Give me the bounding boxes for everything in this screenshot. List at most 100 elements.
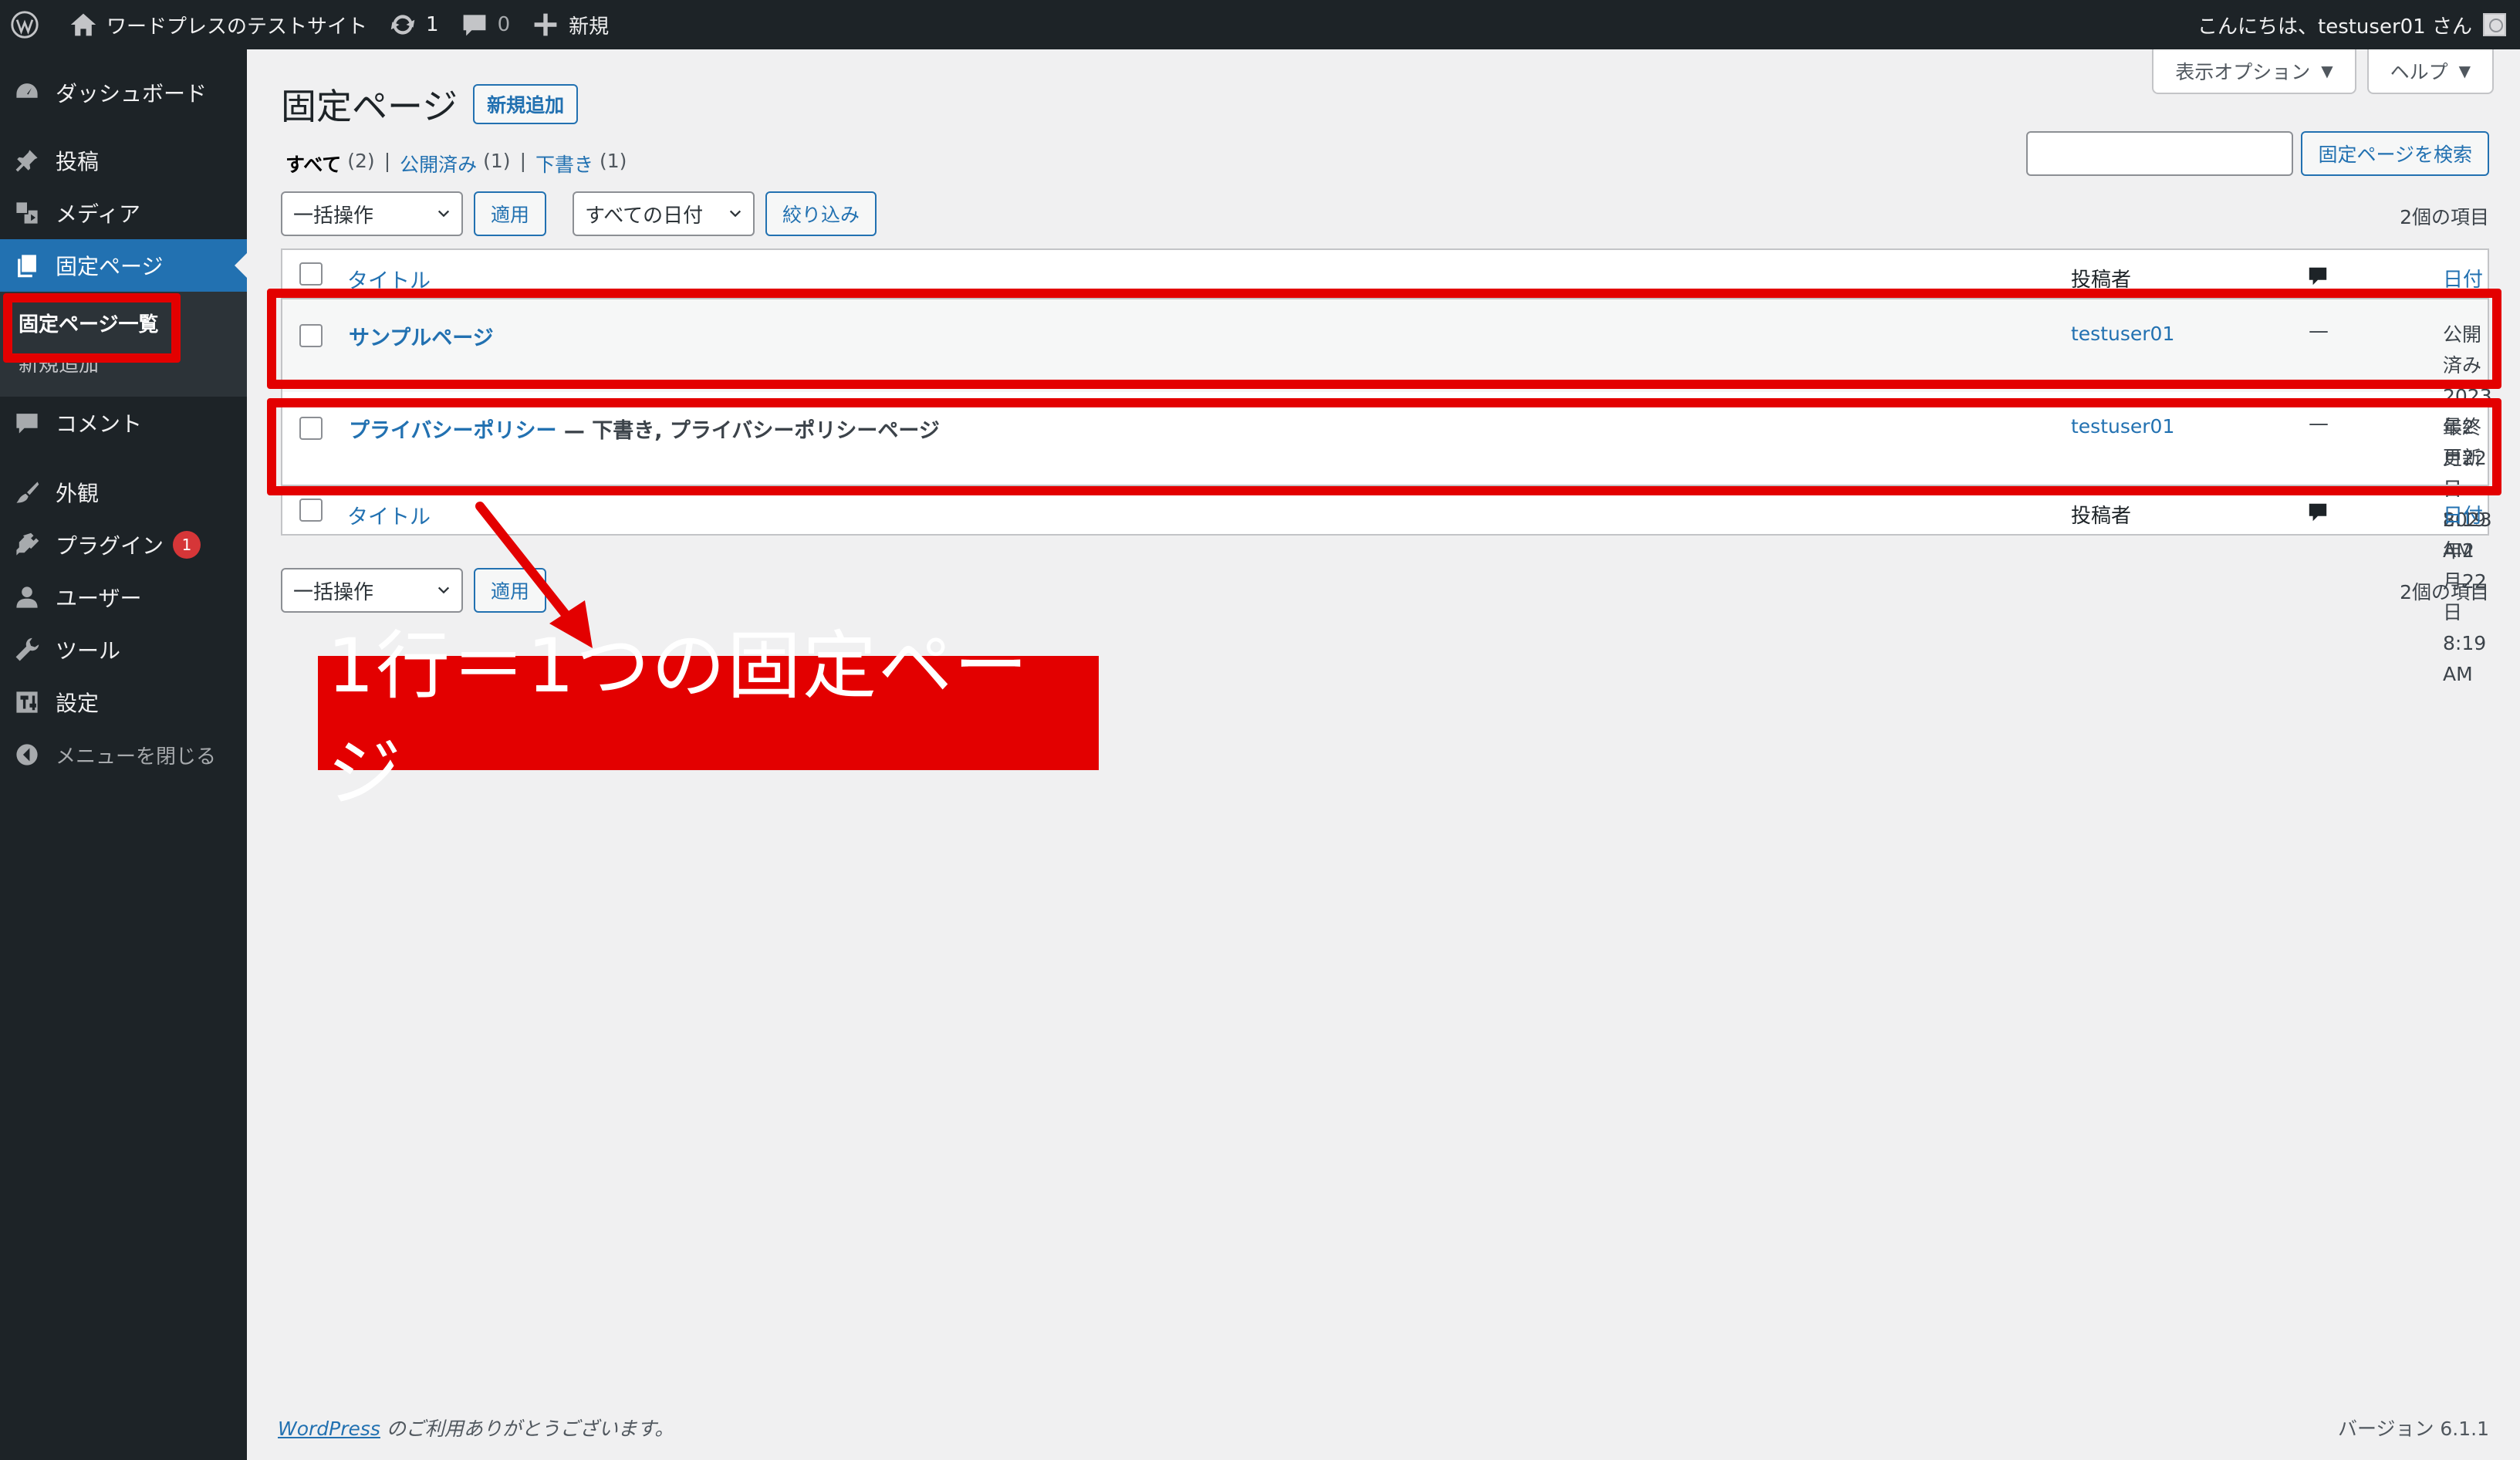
comments-link[interactable]: 0 — [450, 0, 522, 49]
row-checkbox[interactable] — [299, 417, 323, 440]
speech-bubble-icon — [463, 15, 485, 36]
updates-count: 1 — [426, 13, 439, 36]
submenu-add-new[interactable]: 新規追加 — [0, 343, 247, 383]
comment-bubble-icon — [2309, 267, 2327, 286]
row-title-link[interactable]: プライバシーポリシー — 下書き, プライバシーポリシーページ — [349, 414, 940, 444]
select-all-checkbox[interactable] — [299, 262, 323, 286]
triangle-down-icon: ▼ — [2458, 62, 2471, 80]
menu-plugins[interactable]: プラグイン 1 — [0, 519, 247, 571]
footer-thanks-text: のご利用ありがとうございます。 — [380, 1418, 674, 1440]
search-box: 固定ページを検索 — [2026, 131, 2489, 176]
menu-dashboard[interactable]: ダッシュボード — [0, 66, 247, 119]
filter-published[interactable]: 公開済み — [400, 150, 477, 177]
plus-icon — [534, 13, 557, 36]
filter-all[interactable]: すべて — [285, 150, 341, 177]
wordpress-link[interactable]: WordPress — [278, 1418, 380, 1440]
chevron-down-icon — [437, 210, 450, 218]
screen-options-label: 表示オプション — [2175, 61, 2311, 83]
menu-appearance[interactable]: 外観 — [0, 466, 247, 519]
filter-button[interactable]: 絞り込み — [765, 191, 877, 236]
wp-logo-button[interactable] — [0, 0, 59, 49]
submenu-all-pages[interactable]: 固定ページ一覧 — [0, 302, 247, 343]
row-title-link[interactable]: サンプルページ — [349, 321, 494, 351]
help-label: ヘルプ — [2390, 61, 2448, 83]
row-author-link[interactable]: testuser01 — [2071, 415, 2174, 438]
table-row: サンプルページ testuser01 — 公開済み 2023年2月22日 8:1… — [282, 299, 2492, 562]
search-input[interactable] — [2026, 131, 2294, 176]
wordpress-logo-icon — [11, 11, 39, 39]
separator: | — [383, 150, 391, 172]
filter-all-count: (2) — [347, 150, 375, 172]
menu-settings[interactable]: 設定 — [0, 676, 247, 728]
screen-options-button[interactable]: 表示オプション ▼ — [2152, 49, 2356, 94]
row-date-status: 公開済み — [2443, 323, 2482, 377]
new-label: 新規 — [569, 15, 610, 39]
menu-media[interactable]: メディア — [0, 187, 247, 239]
menu-pages[interactable]: 固定ページ — [0, 239, 247, 292]
search-pages-button[interactable]: 固定ページを検索 — [2301, 131, 2489, 176]
select-all-checkbox-footer[interactable] — [299, 498, 323, 522]
page-title: 固定ページ — [281, 86, 458, 127]
pages-submenu: 固定ページ一覧 新規追加 — [0, 292, 247, 397]
menu-label: コメント — [56, 411, 143, 437]
filter-published-count: (1) — [483, 150, 511, 172]
admin-bar: ワードプレスのテストサイト 1 0 新規 こんにちは、testuser01 さん — [0, 0, 2520, 49]
brush-icon — [16, 482, 39, 503]
site-name: ワードプレスのテストサイト — [106, 15, 368, 39]
media-icon — [16, 202, 38, 224]
menu-comments[interactable]: コメント — [0, 397, 247, 449]
greeting: こんにちは、testuser01 さん — [2197, 15, 2472, 39]
menu-tools[interactable]: ツール — [0, 624, 247, 676]
comment-icon — [16, 414, 38, 434]
settings-icon — [16, 691, 38, 713]
menu-label: プラグイン — [56, 533, 164, 559]
pin-icon — [15, 150, 38, 172]
menu-label: 投稿 — [56, 149, 100, 174]
dashboard-icon — [16, 83, 38, 98]
menu-label: ユーザー — [56, 586, 142, 611]
add-new-page-button[interactable]: 新規追加 — [473, 84, 579, 124]
column-title-sort[interactable]: タイトル — [347, 264, 431, 294]
menu-label: 固定ページ — [56, 254, 164, 279]
bulk-action-select[interactable]: 一括操作 — [281, 191, 463, 236]
column-date-sort[interactable]: 日付 — [2443, 264, 2483, 292]
plugin-icon — [16, 532, 39, 556]
plugin-update-badge: 1 — [173, 531, 201, 559]
row-title-text[interactable]: サンプルページ — [349, 326, 494, 350]
date-filter-select[interactable]: すべての日付 — [573, 191, 755, 236]
bulk-action-value: 一括操作 — [293, 204, 374, 228]
updates-link[interactable]: 1 — [378, 0, 450, 49]
triangle-down-icon: ▼ — [2321, 62, 2333, 80]
admin-footer: WordPress のご利用ありがとうございます。 バージョン 6.1.1 — [278, 1414, 2489, 1441]
menu-label: ダッシュボード — [56, 81, 208, 106]
chevron-down-icon — [729, 210, 741, 218]
collapse-menu-button[interactable]: メニューを閉じる — [0, 728, 247, 781]
column-date-sort-footer[interactable]: 日付 — [2443, 500, 2483, 529]
new-content-link[interactable]: 新規 — [521, 0, 620, 49]
row-checkbox[interactable] — [299, 324, 323, 347]
home-icon — [70, 13, 96, 36]
screen-meta-links: 表示オプション ▼ ヘルプ ▼ — [2152, 49, 2494, 94]
help-button[interactable]: ヘルプ ▼ — [2366, 49, 2494, 94]
apply-button[interactable]: 適用 — [474, 191, 547, 236]
column-comments-footer[interactable] — [2305, 500, 2330, 528]
menu-posts[interactable]: 投稿 — [0, 134, 247, 187]
column-author: 投稿者 — [2071, 269, 2132, 292]
column-title-sort-footer[interactable]: タイトル — [347, 500, 431, 530]
filter-draft[interactable]: 下書き — [535, 150, 593, 177]
items-count-top: 2個の項目 — [2400, 206, 2489, 228]
date-filter-value: すべての日付 — [585, 204, 704, 228]
footer-thanks: WordPress のご利用ありがとうございます。 — [278, 1414, 674, 1441]
footer-version: バージョン 6.1.1 — [2337, 1418, 2489, 1440]
row-post-state: — 下書き, プライバシーポリシーページ — [556, 419, 940, 443]
bulk-action-value: 一括操作 — [293, 580, 374, 604]
separator: | — [519, 150, 526, 172]
menu-label: ツール — [56, 638, 121, 664]
row-comments: — — [2309, 319, 2329, 343]
menu-users[interactable]: ユーザー — [0, 571, 247, 624]
column-comments[interactable] — [2305, 264, 2330, 292]
my-account[interactable]: こんにちは、testuser01 さん — [2197, 0, 2520, 49]
site-name-link[interactable]: ワードプレスのテストサイト — [59, 0, 378, 49]
row-author-link[interactable]: testuser01 — [2071, 323, 2174, 345]
row-title-text[interactable]: プライバシーポリシー — [349, 419, 556, 443]
